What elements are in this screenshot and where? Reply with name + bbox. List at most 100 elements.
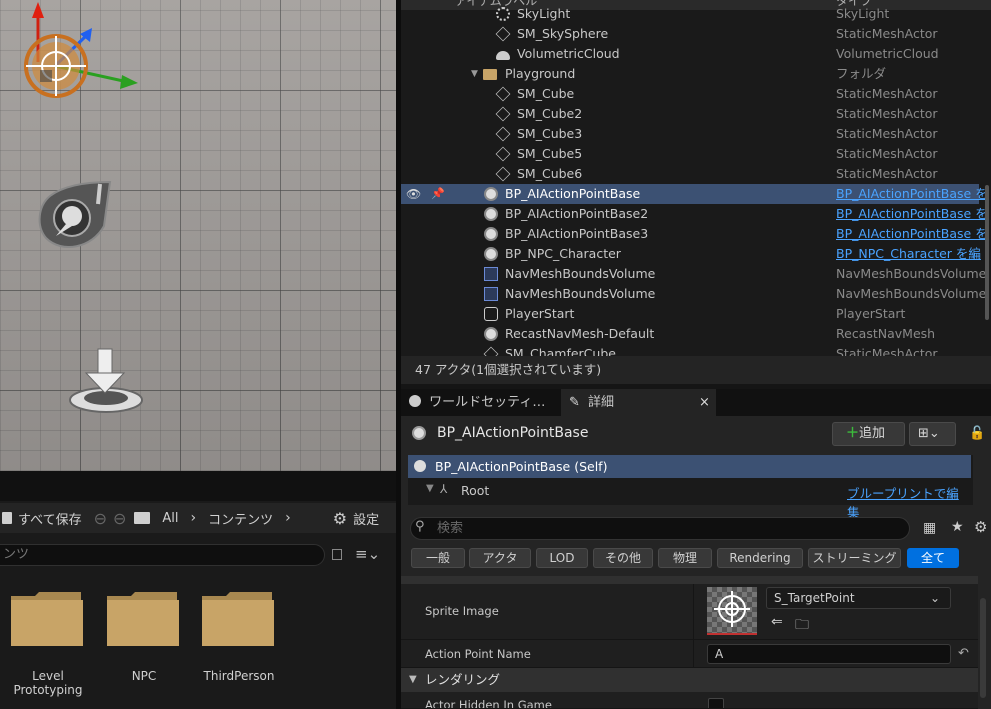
breadcrumb-content[interactable]: コンテンツ <box>208 509 273 528</box>
outliner-row[interactable]: SM_ChamferCube StaticMeshActor <box>401 344 979 356</box>
filter-button[interactable]: ストリーミング <box>808 548 901 568</box>
forward-icon[interactable]: ⊖ <box>113 509 126 528</box>
filter-button[interactable]: Rendering <box>717 548 803 568</box>
volume-icon <box>484 287 498 301</box>
outliner-row-type: NavMeshBoundsVolume <box>836 266 987 281</box>
settings-button[interactable]: 設定 <box>353 509 379 528</box>
pin-icon[interactable]: 📌 <box>431 184 445 204</box>
transform-gizmo-icon[interactable] <box>10 0 145 105</box>
reset-icon[interactable]: ↶ <box>958 646 969 661</box>
filter-button[interactable]: アクタ <box>469 548 531 568</box>
visibility-eye-icon[interactable]: 👁 <box>406 184 421 204</box>
folder-npc[interactable] <box>105 590 179 649</box>
details-search-input[interactable]: 検索 <box>410 517 910 540</box>
filter-button[interactable]: LOD <box>536 548 588 568</box>
filter-icon[interactable]: ≡⌄ <box>355 545 380 563</box>
filter-button[interactable]: 物理 <box>658 548 712 568</box>
outliner-row-label: VolumetricCloud <box>517 46 620 61</box>
close-icon[interactable]: × <box>699 389 710 416</box>
ai-action-point-sprite-icon[interactable] <box>32 176 117 261</box>
component-tree: BP_AIActionPointBase (Self) ▼ ⅄ Root ブルー… <box>408 455 973 520</box>
outliner-row[interactable]: VolumetricCloud VolumetricCloud <box>401 44 979 64</box>
outliner-row-label: BP_NPC_Character <box>505 246 621 261</box>
level-viewport[interactable] <box>0 0 396 471</box>
edit-in-blueprint-link[interactable]: ブループリントで編集 <box>847 483 971 521</box>
folder-thirdperson[interactable] <box>200 590 274 649</box>
details-scrollbar[interactable] <box>980 598 986 698</box>
component-root-row[interactable]: ▼ ⅄ Root ブループリントで編集 <box>408 480 971 520</box>
outliner-row[interactable]: NavMeshBoundsVolume NavMeshBoundsVolume <box>401 284 986 304</box>
outliner-row-type: StaticMeshActor <box>836 346 938 356</box>
outliner-row-type: PlayerStart <box>836 306 906 321</box>
player-start-sprite-icon[interactable] <box>66 345 150 419</box>
outliner-row[interactable]: BP_NPC_Character BP_NPC_Character を編 <box>401 244 981 264</box>
globe-icon <box>409 395 421 407</box>
tab-world-settings[interactable]: ワールドセッティ… <box>401 389 551 416</box>
actor-icon <box>484 327 498 341</box>
outliner-row-label: SM_SkySphere <box>517 26 609 41</box>
folder-level-prototyping[interactable] <box>9 590 83 649</box>
outliner-row[interactable]: RecastNavMesh-Default RecastNavMesh <box>401 324 979 344</box>
outliner-row[interactable]: BP_AIActionPointBase3 BP_AIActionPointBas… <box>401 224 988 244</box>
character-icon <box>484 247 498 261</box>
filter-button[interactable]: 一般 <box>411 548 465 568</box>
outliner-row[interactable]: ▼ Playground フォルダ <box>401 64 979 84</box>
world-outliner: アイテムラベル タイプ SkyLight SkyLight SM_SkySphere… <box>401 0 991 356</box>
filter-button[interactable]: 全て <box>907 548 959 568</box>
browse-asset-icon[interactable]: 🗀 <box>795 614 809 638</box>
save-search-icon[interactable] <box>332 549 342 560</box>
blueprint-options-button[interactable]: ⊞⌄ <box>909 422 956 446</box>
cube-icon <box>483 346 499 356</box>
outliner-row[interactable]: SM_Cube2 StaticMeshActor <box>401 104 979 124</box>
outliner-row[interactable]: 👁 📌 BP_AIActionPointBase BP_AIActionPointBa… <box>401 184 988 204</box>
save-all-button[interactable]: すべて保存 <box>18 509 82 528</box>
folder-label: Level Prototyping <box>13 669 83 697</box>
actor-hidden-checkbox[interactable] <box>708 698 724 708</box>
action-point-name-row: Action Point Name A ↶ <box>401 640 978 668</box>
outliner-row-type: StaticMeshActor <box>836 86 938 101</box>
outliner-scrollbar[interactable] <box>985 185 989 320</box>
outliner-row-label: SkyLight <box>517 6 571 21</box>
component-self-row[interactable]: BP_AIActionPointBase (Self) <box>408 455 971 478</box>
edit-blueprint-link[interactable]: BP_AIActionPointBase を <box>836 184 988 204</box>
tab-details[interactable]: ✎ 詳細 × <box>561 389 716 416</box>
chevron-right-icon: › <box>285 510 291 526</box>
outliner-row-type: StaticMeshActor <box>836 26 938 41</box>
outliner-row-label: BP_AIActionPointBase3 <box>505 226 649 241</box>
cube-icon <box>495 126 511 142</box>
gear-icon[interactable]: ⚙ <box>974 518 987 536</box>
outliner-row[interactable]: NavMeshBoundsVolume NavMeshBoundsVolume <box>401 264 986 284</box>
rendering-section-header[interactable]: ▼ レンダリング <box>401 668 978 692</box>
sprite-asset-dropdown[interactable]: S_TargetPoint ⌄ <box>766 587 951 609</box>
outliner-row-type: VolumetricCloud <box>836 46 939 61</box>
outliner-row[interactable]: SM_Cube3 StaticMeshActor <box>401 124 979 144</box>
filter-button[interactable]: その他 <box>593 548 653 568</box>
cube-icon <box>495 146 511 162</box>
edit-blueprint-link[interactable]: BP_NPC_Character を編 <box>836 244 981 264</box>
outliner-row[interactable]: SM_SkySphere StaticMeshActor <box>401 24 979 44</box>
save-icon[interactable] <box>2 512 12 524</box>
outliner-row[interactable]: SM_Cube StaticMeshActor <box>401 84 979 104</box>
outliner-row[interactable]: SM_Cube6 StaticMeshActor <box>401 164 979 184</box>
action-point-name-input[interactable]: A <box>707 644 951 664</box>
outliner-row-label: SM_Cube3 <box>517 126 583 141</box>
outliner-row[interactable]: SM_Cube5 StaticMeshActor <box>401 144 979 164</box>
outliner-row[interactable]: SkyLight SkyLight <box>401 4 979 24</box>
lock-icon[interactable]: 🔓 <box>969 426 985 441</box>
chevron-down-icon[interactable]: ▼ <box>471 64 478 84</box>
chevron-down-icon[interactable]: ▼ <box>426 483 434 494</box>
outliner-row[interactable]: PlayerStart PlayerStart <box>401 304 979 324</box>
add-component-button[interactable]: ＋追加 <box>832 422 905 446</box>
sprite-thumbnail[interactable] <box>707 587 757 635</box>
outliner-row[interactable]: BP_AIActionPointBase2 BP_AIActionPointBas… <box>401 204 988 224</box>
star-icon[interactable]: ★ <box>951 519 964 535</box>
gear-icon[interactable]: ⚙ <box>333 509 347 528</box>
cloud-icon <box>496 51 510 60</box>
content-search-input[interactable]: ンツ <box>0 544 325 566</box>
edit-blueprint-link[interactable]: BP_AIActionPointBase を <box>836 224 988 244</box>
breadcrumb-all[interactable]: All <box>162 511 178 526</box>
grid-view-icon[interactable]: ▦ <box>923 520 936 536</box>
back-icon[interactable]: ⊖ <box>94 509 107 528</box>
use-selected-icon[interactable]: ⇐ <box>771 614 783 630</box>
edit-blueprint-link[interactable]: BP_AIActionPointBase を <box>836 204 988 224</box>
